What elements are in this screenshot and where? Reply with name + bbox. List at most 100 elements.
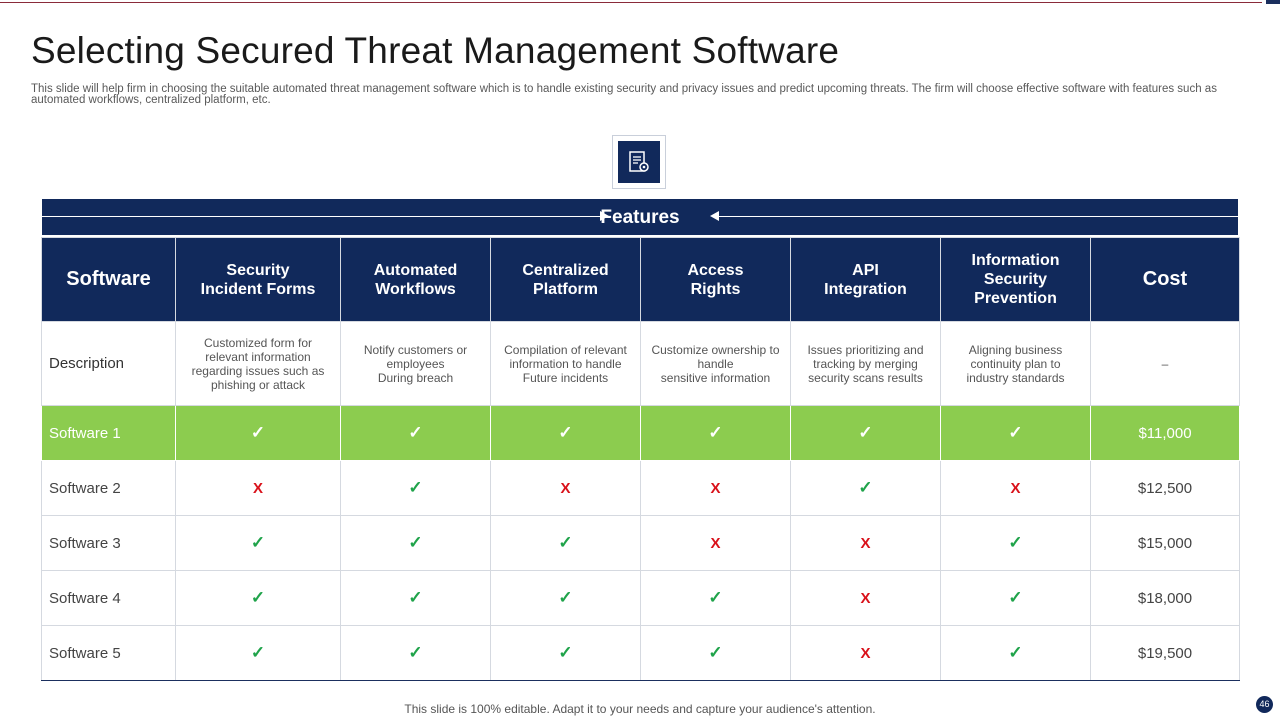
feature-mark: ✓ bbox=[490, 515, 641, 571]
cross-icon: X bbox=[560, 479, 571, 497]
check-icon: ✓ bbox=[1008, 588, 1023, 607]
feature-mark: X bbox=[640, 460, 791, 516]
table-row: Software 5 ✓ ✓ ✓ ✓ X ✓ $19,500 bbox=[41, 625, 1240, 681]
description-cell: Notify customers or employees During bre… bbox=[340, 321, 491, 406]
feature-mark: X bbox=[490, 460, 641, 516]
feature-mark: ✓ bbox=[940, 625, 1091, 681]
feature-mark: ✓ bbox=[175, 625, 341, 681]
software-name: Software 3 bbox=[41, 515, 176, 571]
feature-mark: ✓ bbox=[490, 570, 641, 626]
feature-mark: ✓ bbox=[790, 405, 941, 461]
feature-mark: ✓ bbox=[490, 625, 641, 681]
header-information-security-prevention: Information Security Prevention bbox=[940, 237, 1091, 322]
check-icon: ✓ bbox=[1008, 643, 1023, 662]
header-api-integration: API Integration bbox=[790, 237, 941, 322]
cross-icon: X bbox=[252, 479, 263, 497]
top-accent-line bbox=[0, 2, 1262, 3]
table-row: Software 1 ✓ ✓ ✓ ✓ ✓ ✓ $11,000 bbox=[41, 405, 1240, 461]
description-cell: Customized form for relevant information… bbox=[175, 321, 341, 406]
feature-mark: ✓ bbox=[175, 570, 341, 626]
feature-mark: X bbox=[175, 460, 341, 516]
check-icon: ✓ bbox=[858, 478, 873, 497]
header-icon-frame bbox=[612, 135, 666, 189]
features-label: Features bbox=[600, 207, 680, 228]
check-icon: ✓ bbox=[408, 423, 423, 442]
table-row: Software 4 ✓ ✓ ✓ ✓ X ✓ $18,000 bbox=[41, 570, 1240, 626]
cross-icon: X bbox=[710, 534, 721, 552]
check-icon: ✓ bbox=[250, 423, 266, 442]
description-cell: Issues prioritizing and tracking by merg… bbox=[790, 321, 941, 406]
header-security-incident-forms: Security Incident Forms bbox=[175, 237, 341, 322]
cross-icon: X bbox=[860, 534, 871, 552]
check-icon: ✓ bbox=[558, 643, 573, 662]
header-cost: Cost bbox=[1090, 237, 1240, 322]
check-icon: ✓ bbox=[708, 643, 723, 662]
check-icon: ✓ bbox=[250, 588, 266, 607]
check-icon: ✓ bbox=[558, 533, 573, 552]
slide-title: Selecting Secured Threat Management Soft… bbox=[31, 30, 840, 71]
feature-mark: X bbox=[790, 515, 941, 571]
description-label: Description bbox=[41, 321, 176, 406]
feature-mark: ✓ bbox=[175, 405, 341, 461]
software-name: Software 2 bbox=[41, 460, 176, 516]
check-icon: ✓ bbox=[250, 533, 266, 552]
comparison-table: Software Security Incident Forms Automat… bbox=[41, 237, 1240, 681]
check-icon: ✓ bbox=[250, 643, 266, 662]
header-access-rights: Access Rights bbox=[640, 237, 791, 322]
check-icon: ✓ bbox=[558, 588, 573, 607]
check-icon: ✓ bbox=[858, 423, 873, 442]
cost-value: $11,000 bbox=[1090, 405, 1240, 461]
feature-mark: ✓ bbox=[490, 405, 641, 461]
features-arrow-right-line bbox=[718, 216, 1238, 217]
feature-mark: X bbox=[640, 515, 791, 571]
feature-mark: ✓ bbox=[340, 625, 491, 681]
description-cell: Aligning business continuity plan to ind… bbox=[940, 321, 1091, 406]
table-row: Software 3 ✓ ✓ ✓ X X ✓ $15,000 bbox=[41, 515, 1240, 571]
table-row: Software 2 X ✓ X X ✓ X $12,500 bbox=[41, 460, 1240, 516]
cost-value: $18,000 bbox=[1090, 570, 1240, 626]
cost-value: $15,000 bbox=[1090, 515, 1240, 571]
check-icon: ✓ bbox=[1008, 533, 1023, 552]
top-accent-block bbox=[1266, 0, 1280, 4]
feature-mark: ✓ bbox=[340, 515, 491, 571]
description-cost-cell: – bbox=[1090, 321, 1240, 406]
check-icon: ✓ bbox=[408, 643, 423, 662]
cost-value: $19,500 bbox=[1090, 625, 1240, 681]
software-name: Software 4 bbox=[41, 570, 176, 626]
cross-icon: X bbox=[710, 479, 721, 497]
check-icon: ✓ bbox=[558, 423, 573, 442]
check-icon: ✓ bbox=[408, 533, 423, 552]
header-row: Software Security Incident Forms Automat… bbox=[41, 237, 1240, 322]
feature-mark: ✓ bbox=[940, 405, 1091, 461]
features-banner: Features bbox=[42, 199, 1238, 235]
feature-mark: ✓ bbox=[940, 515, 1091, 571]
slide-footer: This slide is 100% editable. Adapt it to… bbox=[404, 702, 876, 716]
description-row: Description Customized form for relevant… bbox=[41, 321, 1240, 406]
cross-icon: X bbox=[1010, 479, 1021, 497]
header-centralized-platform: Centralized Platform bbox=[490, 237, 641, 322]
document-settings-icon bbox=[618, 141, 660, 183]
feature-mark: ✓ bbox=[340, 570, 491, 626]
feature-mark: ✓ bbox=[640, 570, 791, 626]
check-icon: ✓ bbox=[708, 423, 723, 442]
page-number-badge: 46 bbox=[1256, 696, 1273, 713]
feature-mark: X bbox=[940, 460, 1091, 516]
description-cell: Customize ownership to handle sensitive … bbox=[640, 321, 791, 406]
feature-mark: ✓ bbox=[940, 570, 1091, 626]
description-cell: Compilation of relevant information to h… bbox=[490, 321, 641, 406]
feature-mark: ✓ bbox=[790, 460, 941, 516]
check-icon: ✓ bbox=[1008, 423, 1023, 442]
software-name: Software 1 bbox=[41, 405, 176, 461]
feature-mark: ✓ bbox=[640, 405, 791, 461]
cross-icon: X bbox=[860, 589, 871, 607]
cost-value: $12,500 bbox=[1090, 460, 1240, 516]
software-name: Software 5 bbox=[41, 625, 176, 681]
cross-icon: X bbox=[860, 644, 871, 662]
feature-mark: X bbox=[790, 625, 941, 681]
check-icon: ✓ bbox=[708, 588, 723, 607]
feature-mark: ✓ bbox=[175, 515, 341, 571]
feature-mark: ✓ bbox=[340, 405, 491, 461]
header-automated-workflows: Automated Workflows bbox=[340, 237, 491, 322]
slide-subtitle: This slide will help firm in choosing th… bbox=[31, 83, 1217, 106]
check-icon: ✓ bbox=[408, 478, 423, 497]
